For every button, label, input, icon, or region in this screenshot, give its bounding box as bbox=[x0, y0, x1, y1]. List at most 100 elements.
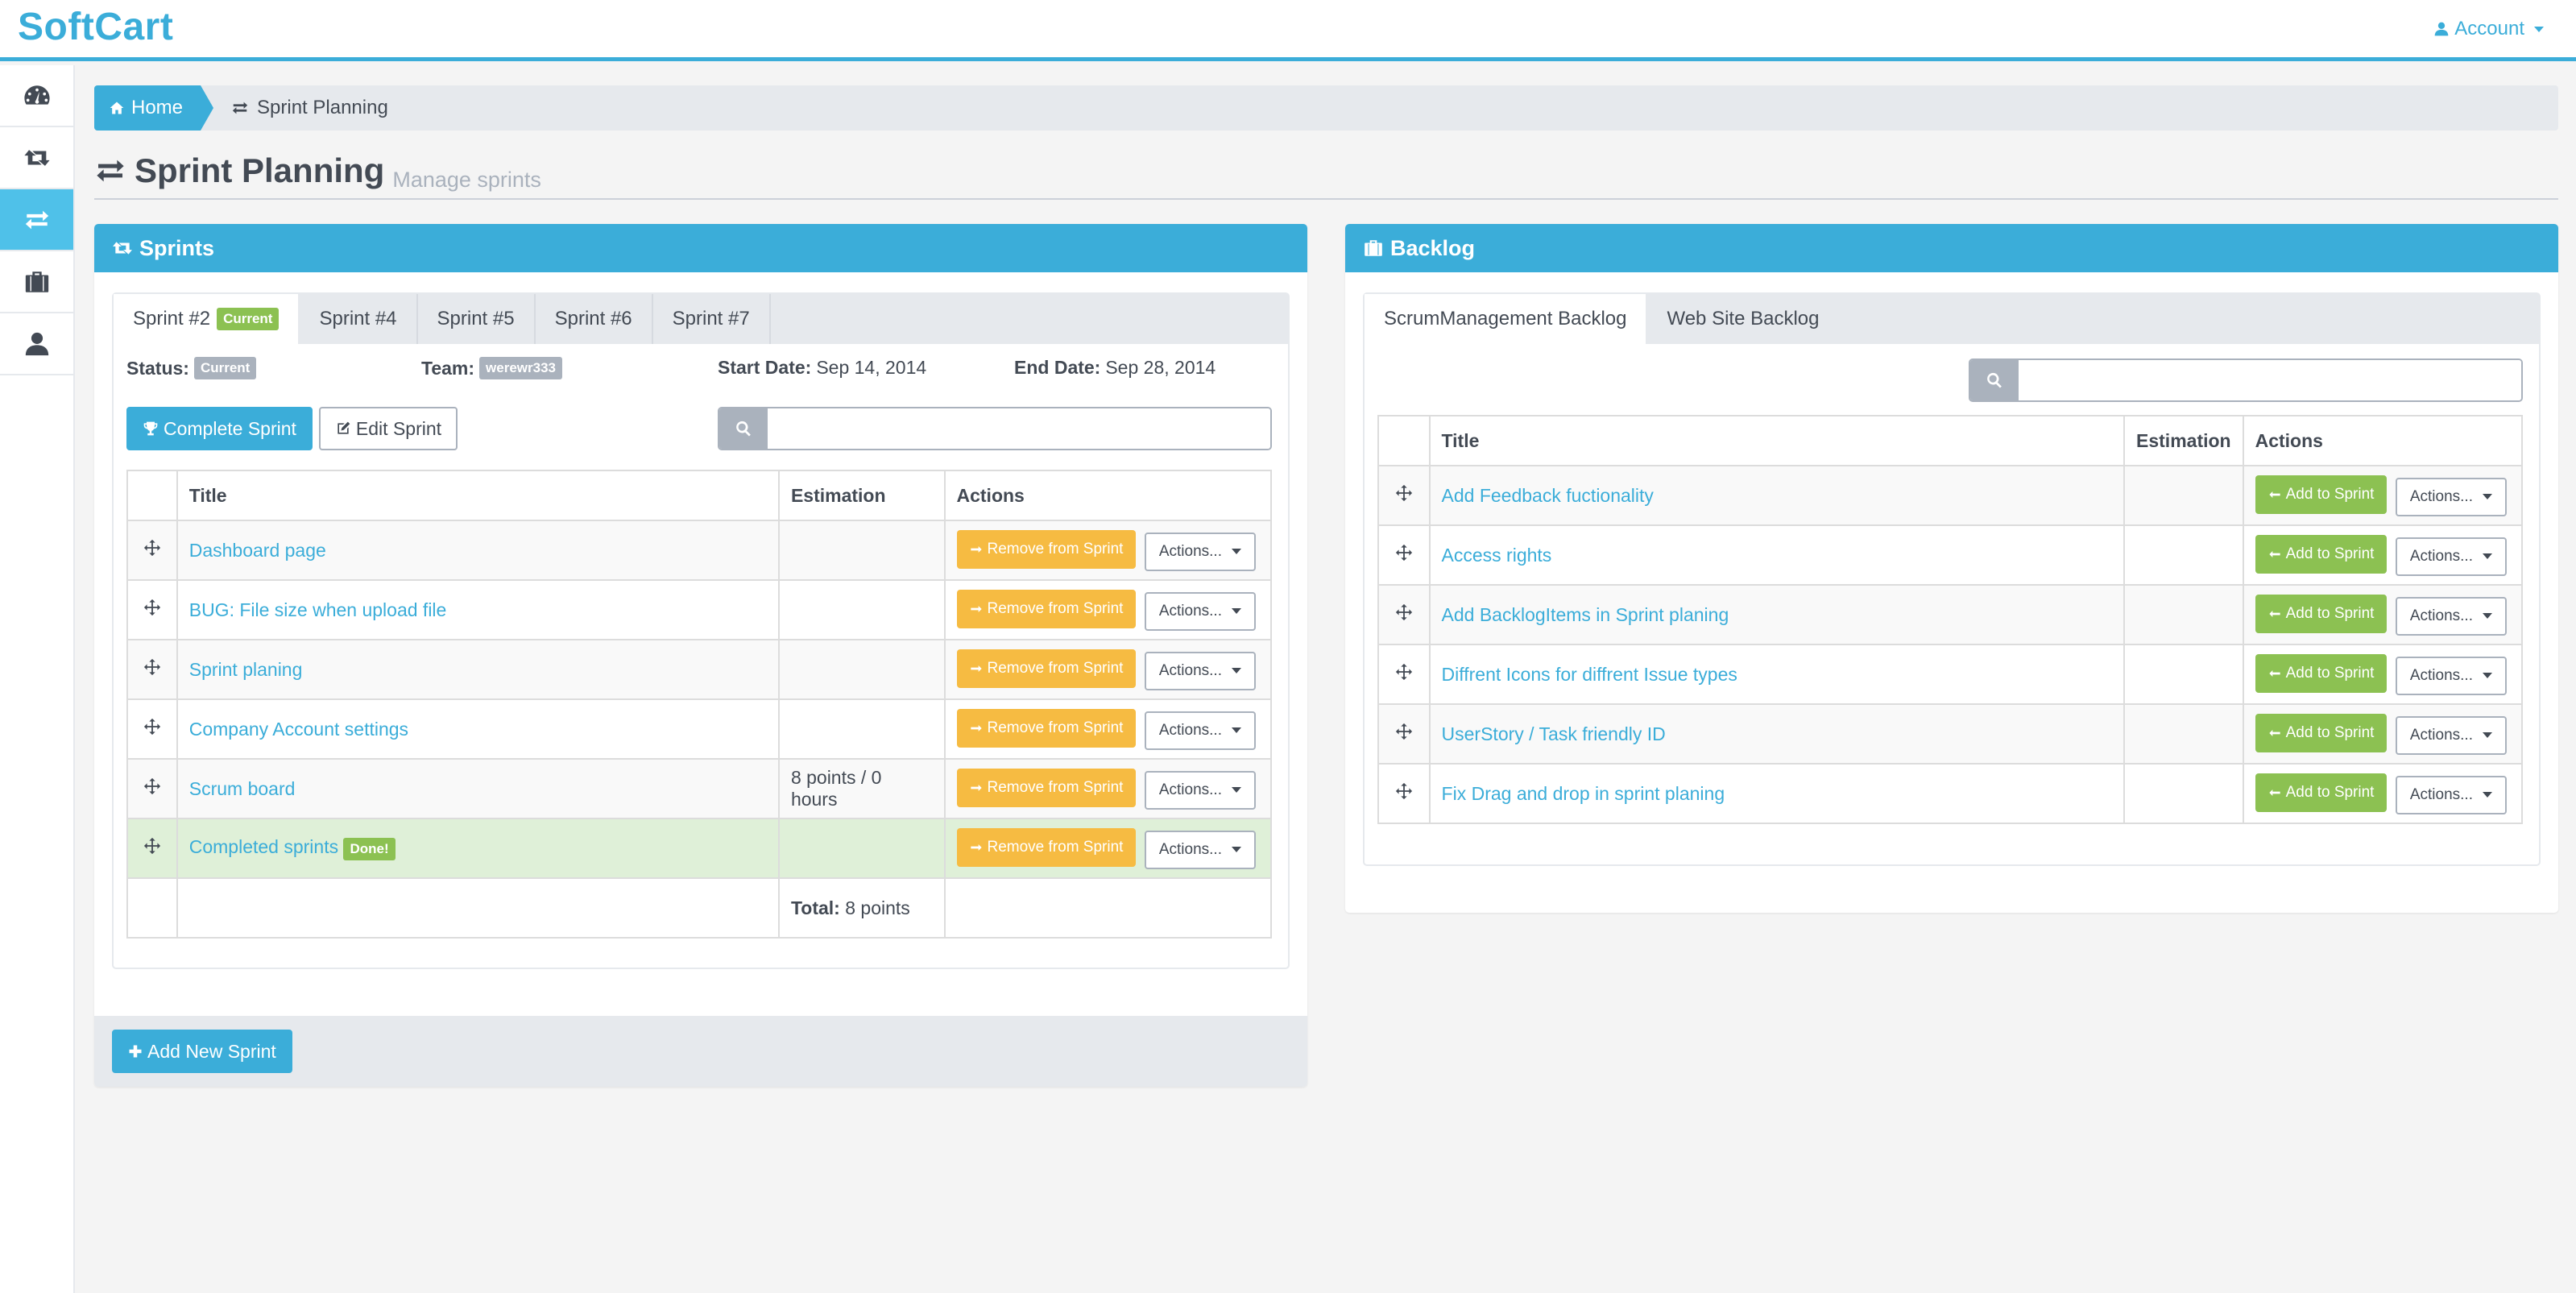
actions-dropdown[interactable]: Actions... bbox=[2395, 775, 2507, 814]
drag-handle[interactable] bbox=[1377, 584, 1431, 645]
item-title-link[interactable]: Company Account settings bbox=[189, 719, 408, 740]
page-subtitle: Manage sprints bbox=[392, 168, 541, 192]
remove-from-sprint-button[interactable]: Remove from Sprint bbox=[956, 708, 1137, 748]
move-icon bbox=[143, 658, 161, 676]
total-value: 8 points bbox=[845, 897, 910, 918]
remove-from-sprint-button[interactable]: Remove from Sprint bbox=[956, 529, 1137, 569]
tab-sprint-2[interactable]: Sprint #2 Current bbox=[114, 294, 300, 344]
item-title-link[interactable]: Scrum board bbox=[189, 778, 296, 799]
item-title-link[interactable]: Dashboard page bbox=[189, 540, 326, 561]
brand-logo[interactable]: SoftCart bbox=[18, 5, 173, 49]
sprint-search-input[interactable] bbox=[768, 408, 1270, 449]
breadcrumb: Home Sprint Planning bbox=[94, 85, 2558, 131]
search-button[interactable] bbox=[1970, 360, 2019, 400]
tab-sprint-6[interactable]: Sprint #6 bbox=[536, 294, 653, 344]
drag-handle[interactable] bbox=[1377, 524, 1431, 586]
plus-icon bbox=[128, 1044, 143, 1059]
table-row: Access rights Add to Sprint Actions... bbox=[1377, 524, 2524, 586]
search-button[interactable] bbox=[719, 408, 768, 449]
sidebar-item-sprints[interactable] bbox=[0, 127, 73, 189]
table-row: UserStory / Task friendly ID Add to Spri… bbox=[1377, 703, 2524, 765]
move-icon bbox=[1395, 603, 1413, 621]
remove-from-sprint-button[interactable]: Remove from Sprint bbox=[956, 827, 1137, 867]
item-estimation bbox=[777, 579, 946, 640]
actions-dropdown[interactable]: Actions... bbox=[1144, 711, 1256, 750]
tab-sprint-5[interactable]: Sprint #5 bbox=[418, 294, 536, 344]
add-to-sprint-button[interactable]: Add to Sprint bbox=[2255, 653, 2388, 693]
remove-from-sprint-button[interactable]: Remove from Sprint bbox=[956, 589, 1137, 628]
trophy-icon bbox=[143, 421, 159, 437]
tab-sprint-7[interactable]: Sprint #7 bbox=[653, 294, 771, 344]
backlog-panel-heading: Backlog bbox=[1345, 224, 2558, 272]
edit-sprint-button[interactable]: Edit Sprint bbox=[318, 407, 458, 450]
add-to-sprint-button[interactable]: Add to Sprint bbox=[2255, 594, 2388, 633]
drag-handle[interactable] bbox=[1377, 763, 1431, 824]
sprint-status: Status: Current bbox=[126, 357, 257, 379]
sidebar-item-sprint-planning[interactable] bbox=[0, 189, 73, 251]
actions-dropdown[interactable]: Actions... bbox=[1144, 651, 1256, 690]
item-title-link[interactable]: Add Feedback fuctionality bbox=[1442, 485, 1654, 506]
drag-handle[interactable] bbox=[126, 818, 178, 879]
breadcrumb-home[interactable]: Home bbox=[94, 85, 214, 131]
item-title-link[interactable]: Diffrent Icons for diffrent Issue types bbox=[1442, 664, 1737, 685]
actions-dropdown[interactable]: Actions... bbox=[2395, 715, 2507, 755]
actions-dropdown[interactable]: Actions... bbox=[1144, 770, 1256, 810]
add-to-sprint-button[interactable]: Add to Sprint bbox=[2255, 475, 2388, 514]
complete-sprint-button[interactable]: Complete Sprint bbox=[126, 407, 313, 450]
item-estimation bbox=[2123, 644, 2244, 705]
item-title-link[interactable]: Completed sprints bbox=[189, 836, 338, 857]
actions-label: Actions... bbox=[2409, 785, 2473, 803]
item-estimation bbox=[777, 520, 946, 581]
actions-dropdown[interactable]: Actions... bbox=[1144, 532, 1256, 571]
backlog-tabs-container: ScrumManagement Backlog Web Site Backlog… bbox=[1363, 292, 2541, 866]
sidebar-item-users[interactable] bbox=[0, 313, 73, 375]
user-icon bbox=[2433, 21, 2450, 37]
arrow-right-icon bbox=[970, 603, 983, 615]
drag-handle[interactable] bbox=[1377, 644, 1431, 705]
drag-handle[interactable] bbox=[126, 698, 178, 760]
tab-sprint-4[interactable]: Sprint #4 bbox=[300, 294, 418, 344]
item-title-link[interactable]: Sprint planing bbox=[189, 659, 303, 680]
actions-dropdown[interactable]: Actions... bbox=[2395, 537, 2507, 576]
item-title-link[interactable]: BUG: File size when upload file bbox=[189, 599, 447, 620]
sprint-start-date: Start Date: Sep 14, 2014 bbox=[718, 357, 926, 379]
backlog-search-input[interactable] bbox=[2019, 360, 2521, 400]
remove-from-sprint-button[interactable]: Remove from Sprint bbox=[956, 768, 1137, 807]
actions-dropdown[interactable]: Actions... bbox=[1144, 591, 1256, 631]
tab-web-site-backlog[interactable]: Web Site Backlog bbox=[1647, 294, 1838, 344]
item-title-link[interactable]: Access rights bbox=[1442, 545, 1552, 566]
user-icon bbox=[23, 330, 51, 358]
add-to-sprint-button[interactable]: Add to Sprint bbox=[2255, 773, 2388, 812]
account-menu[interactable]: Account bbox=[2433, 18, 2544, 40]
add-to-sprint-button[interactable]: Add to Sprint bbox=[2255, 713, 2388, 752]
search-icon bbox=[1986, 371, 2003, 389]
sidebar-item-dashboard[interactable] bbox=[0, 65, 73, 127]
item-title-link[interactable]: Add BacklogItems in Sprint planing bbox=[1442, 604, 1729, 625]
dashboard-icon bbox=[23, 82, 51, 110]
remove-from-sprint-button[interactable]: Remove from Sprint bbox=[956, 649, 1137, 688]
backlog-panel-title: Backlog bbox=[1390, 235, 1476, 260]
drag-handle[interactable] bbox=[1377, 703, 1431, 765]
actions-label: Actions... bbox=[1158, 542, 1222, 560]
drag-handle[interactable] bbox=[126, 520, 178, 581]
remove-label: Remove from Sprint bbox=[987, 838, 1124, 856]
move-icon bbox=[1395, 663, 1413, 681]
add-to-sprint-button[interactable]: Add to Sprint bbox=[2255, 534, 2388, 574]
drag-handle[interactable] bbox=[126, 579, 178, 640]
move-icon bbox=[1395, 484, 1413, 502]
sprints-panel: Sprints Sprint #2 Current Sprint #4 Spri… bbox=[94, 224, 1307, 1087]
drag-handle[interactable] bbox=[126, 758, 178, 819]
item-title-link[interactable]: UserStory / Task friendly ID bbox=[1442, 723, 1666, 744]
caret-down-icon bbox=[2483, 613, 2492, 619]
add-new-sprint-button[interactable]: Add New Sprint bbox=[112, 1030, 292, 1073]
drag-handle[interactable] bbox=[1377, 465, 1431, 526]
actions-dropdown[interactable]: Actions... bbox=[2395, 477, 2507, 516]
actions-dropdown[interactable]: Actions... bbox=[1144, 830, 1256, 869]
sidebar-item-backlog[interactable] bbox=[0, 251, 73, 313]
drag-handle[interactable] bbox=[126, 639, 178, 700]
actions-dropdown[interactable]: Actions... bbox=[2395, 656, 2507, 695]
actions-dropdown[interactable]: Actions... bbox=[2395, 596, 2507, 636]
item-title-link[interactable]: Fix Drag and drop in sprint planing bbox=[1442, 783, 1725, 804]
table-row: Scrum board 8 points / 0 hours Remove fr… bbox=[126, 758, 1272, 819]
tab-scrummanagement-backlog[interactable]: ScrumManagement Backlog bbox=[1365, 294, 1648, 344]
